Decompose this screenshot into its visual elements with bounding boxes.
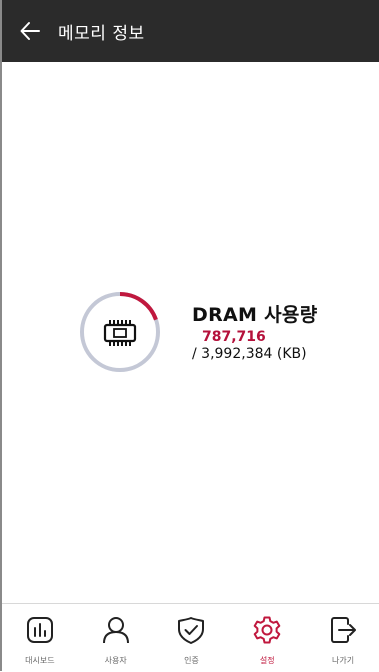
memory-info: DRAM 사용량 787,716 / 3,992,384 (KB) bbox=[192, 300, 317, 362]
main-content: DRAM 사용량 787,716 / 3,992,384 (KB) bbox=[2, 62, 379, 603]
nav-dashboard[interactable]: 대시보드 bbox=[2, 604, 78, 672]
nav-label-dashboard: 대시보드 bbox=[25, 656, 55, 665]
page-title: 메모리 정보 bbox=[58, 23, 145, 44]
back-button[interactable] bbox=[2, 0, 58, 62]
nav-label-users: 사용자 bbox=[104, 656, 127, 665]
app-frame: 메모리 정보 DRAM 사용량 787,716 / 3,992,384 (KB) bbox=[0, 0, 379, 672]
memory-used-value: 787,716 bbox=[202, 329, 266, 345]
gear-icon bbox=[253, 616, 281, 644]
nav-label-auth: 인증 bbox=[184, 656, 199, 665]
user-icon bbox=[102, 617, 129, 644]
nav-exit[interactable]: 나가기 bbox=[305, 604, 379, 672]
memory-title: DRAM 사용량 bbox=[192, 304, 318, 326]
memory-total-value: / 3,992,384 (KB) bbox=[192, 346, 307, 362]
bottom-navigation: 대시보드 사용자 인증 설정 나가기 bbox=[2, 603, 379, 672]
top-app-bar: 메모리 정보 bbox=[2, 0, 379, 62]
nav-label-settings: 설정 bbox=[259, 656, 275, 665]
nav-auth[interactable]: 인증 bbox=[154, 604, 230, 672]
nav-settings[interactable]: 설정 bbox=[229, 604, 305, 672]
nav-users[interactable]: 사용자 bbox=[78, 604, 154, 672]
dashboard-icon bbox=[26, 617, 53, 643]
shield-check-icon bbox=[178, 617, 205, 644]
memory-usage-gauge bbox=[78, 290, 162, 374]
arrow-left-icon bbox=[20, 22, 40, 40]
exit-icon bbox=[331, 617, 357, 643]
memory-chip-icon bbox=[103, 320, 137, 346]
nav-label-exit: 나가기 bbox=[332, 656, 355, 665]
